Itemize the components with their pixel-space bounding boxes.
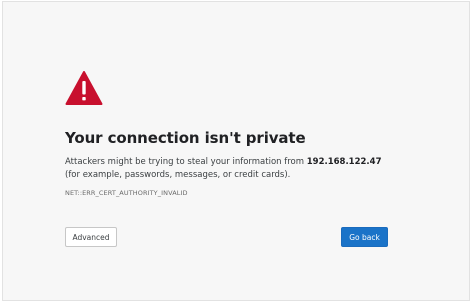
warning-triangle-icon — [65, 70, 103, 106]
error-code: NET::ERR_CERT_AUTHORITY_INVALID — [65, 189, 188, 197]
warning-message: Attackers might be trying to steal your … — [65, 156, 395, 182]
advanced-button[interactable]: Advanced — [65, 227, 117, 247]
host-address: 192.168.122.47 — [306, 157, 382, 167]
message-suffix: (for example, passwords, messages, or cr… — [65, 170, 291, 180]
page-title: Your connection isn't private — [65, 129, 306, 147]
interstitial-page: Your connection isn't private Attackers … — [2, 1, 470, 301]
go-back-button[interactable]: Go back — [341, 227, 388, 247]
message-prefix: Attackers might be trying to steal your … — [65, 157, 307, 167]
